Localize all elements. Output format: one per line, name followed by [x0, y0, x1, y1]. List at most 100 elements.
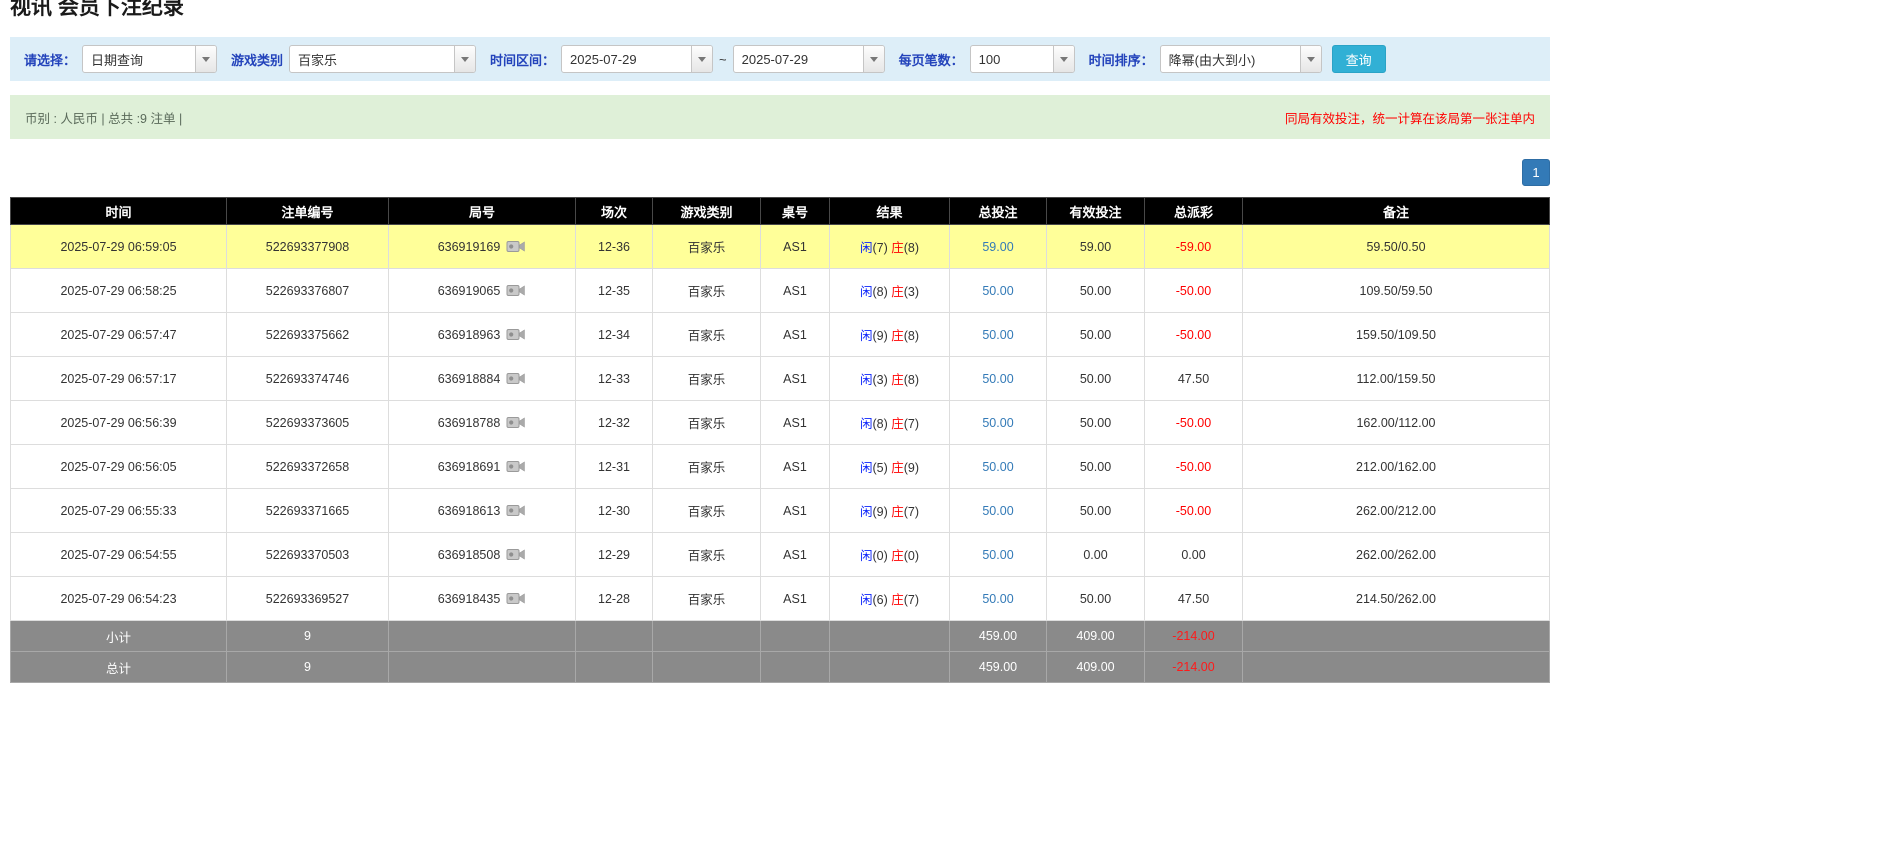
cell-table-no: AS1 — [760, 312, 830, 357]
cell-game-type: 百家乐 — [652, 576, 761, 621]
valid-bet-notice: 同局有效投注，统一计算在该局第一张注单内 — [1284, 111, 1535, 126]
footer-empty-cell — [575, 620, 653, 652]
cell-payout: 0.00 — [1144, 532, 1243, 577]
video-replay-icon[interactable] — [506, 239, 526, 254]
result-banker-score: (7) — [903, 593, 920, 607]
video-replay-icon[interactable] — [506, 327, 526, 342]
time-sort-label: 时间排序： — [1088, 52, 1154, 68]
cell-remark: 162.00/112.00 — [1242, 400, 1550, 445]
cell-time: 2025-07-29 06:57:47 — [10, 312, 227, 357]
date-to-combo[interactable] — [732, 45, 885, 73]
cell-round: 636918435 — [388, 576, 576, 621]
time-sort-input[interactable] — [1160, 46, 1300, 72]
cell-table-no: AS1 — [760, 224, 830, 269]
video-replay-icon[interactable] — [506, 503, 526, 518]
cell-total-bet: 50.00 — [949, 400, 1047, 445]
cell-remark: 212.00/162.00 — [1242, 444, 1550, 489]
footer-label: 小计 — [10, 620, 227, 652]
game-type-input[interactable] — [290, 46, 455, 72]
result-banker-score: (0) — [903, 549, 920, 563]
round-number: 636918613 — [437, 503, 501, 518]
round-number: 636918508 — [437, 547, 501, 562]
round-number: 636918884 — [437, 371, 501, 386]
total-bet-link[interactable]: 50.00 — [982, 284, 1013, 298]
dropdown-triangle-icon — [202, 56, 211, 62]
chevron-down-icon[interactable] — [1299, 46, 1321, 72]
round-number: 636919169 — [437, 239, 501, 254]
video-replay-icon[interactable] — [506, 591, 526, 606]
table-row: 2025-07-29 06:57:17 522693374746 636918884… — [10, 356, 1550, 401]
cell-total-bet: 50.00 — [949, 488, 1047, 533]
table-row: 2025-07-29 06:55:33 522693371665 636918613… — [10, 488, 1550, 533]
chevron-down-icon[interactable] — [1052, 46, 1074, 72]
footer-total-bet: 459.00 — [949, 651, 1047, 683]
cell-bet-id: 522693377908 — [226, 224, 389, 269]
footer-label: 总计 — [10, 651, 227, 683]
page-1-button[interactable]: 1 — [1522, 159, 1550, 186]
chevron-down-icon[interactable] — [862, 46, 884, 72]
result-banker: 庄 — [891, 241, 904, 255]
cell-round: 636918691 — [388, 444, 576, 489]
result-player: 闲 — [859, 329, 873, 343]
cell-valid-bet: 50.00 — [1046, 576, 1145, 621]
video-replay-icon[interactable] — [506, 547, 526, 562]
total-bet-link[interactable]: 50.00 — [982, 548, 1013, 562]
video-replay-icon[interactable] — [506, 415, 526, 430]
search-button[interactable]: 查询 — [1331, 45, 1386, 73]
result-banker-score: (7) — [903, 505, 920, 519]
cell-remark: 262.00/262.00 — [1242, 532, 1550, 577]
total-bet-link[interactable]: 50.00 — [982, 328, 1013, 342]
total-bet-link[interactable]: 50.00 — [982, 592, 1013, 606]
result-banker: 庄 — [891, 505, 904, 519]
cell-session: 12-35 — [575, 268, 653, 313]
result-banker-score: (3) — [903, 285, 920, 299]
round-number: 636918963 — [437, 327, 501, 342]
query-type-combo[interactable] — [82, 45, 218, 73]
table-row: 2025-07-29 06:57:47 522693375662 636918963… — [10, 312, 1550, 357]
result-banker: 庄 — [891, 329, 904, 343]
total-bet-link[interactable]: 50.00 — [982, 504, 1013, 518]
cell-result: 闲(8) 庄(3) — [829, 268, 950, 313]
footer-payout: -214.00 — [1144, 651, 1243, 683]
date-from-combo[interactable] — [561, 45, 714, 73]
chevron-down-icon[interactable] — [195, 46, 217, 72]
column-header: 桌号 — [760, 197, 830, 225]
game-type-combo[interactable] — [289, 45, 477, 73]
date-from-input[interactable] — [562, 46, 692, 72]
video-replay-icon[interactable] — [506, 283, 526, 298]
round-number: 636918788 — [437, 415, 501, 430]
total-bet-link[interactable]: 59.00 — [982, 240, 1013, 254]
total-bet-link[interactable]: 50.00 — [982, 460, 1013, 474]
cell-time: 2025-07-29 06:56:05 — [10, 444, 227, 489]
time-sort-combo[interactable] — [1159, 45, 1322, 73]
table-row: 2025-07-29 06:54:55 522693370503 636918508… — [10, 532, 1550, 577]
video-replay-icon[interactable] — [506, 459, 526, 474]
cell-bet-id: 522693376807 — [226, 268, 389, 313]
round-number: 636919065 — [437, 283, 501, 298]
cell-payout: -50.00 — [1144, 488, 1243, 533]
grand-total-row: 总计 9 459.00 409.00 -214.00 — [10, 651, 1550, 683]
date-range-separator: ~ — [719, 51, 727, 67]
result-banker-score: (8) — [903, 241, 920, 255]
cell-table-no: AS1 — [760, 400, 830, 445]
cell-total-bet: 50.00 — [949, 356, 1047, 401]
cell-result: 闲(0) 庄(0) — [829, 532, 950, 577]
dropdown-triangle-icon — [1306, 56, 1315, 62]
result-player: 闲 — [859, 505, 873, 519]
currency-total-info: 币别 : 人民币 | 总共 :9 注单 | — [25, 111, 183, 126]
page-size-input[interactable] — [970, 46, 1053, 72]
total-bet-link[interactable]: 50.00 — [982, 372, 1013, 386]
result-banker: 庄 — [891, 461, 904, 475]
chevron-down-icon[interactable] — [691, 46, 713, 72]
dropdown-triangle-icon — [461, 56, 470, 62]
date-to-input[interactable] — [733, 46, 863, 72]
round-number: 636918435 — [437, 591, 501, 606]
chevron-down-icon[interactable] — [454, 46, 476, 72]
query-type-input[interactable] — [83, 46, 196, 72]
footer-empty-cell — [1242, 651, 1550, 683]
video-replay-icon[interactable] — [506, 371, 526, 386]
total-bet-link[interactable]: 50.00 — [982, 416, 1013, 430]
cell-table-no: AS1 — [760, 532, 830, 577]
footer-empty-cell — [388, 620, 576, 652]
page-size-combo[interactable] — [969, 45, 1075, 73]
